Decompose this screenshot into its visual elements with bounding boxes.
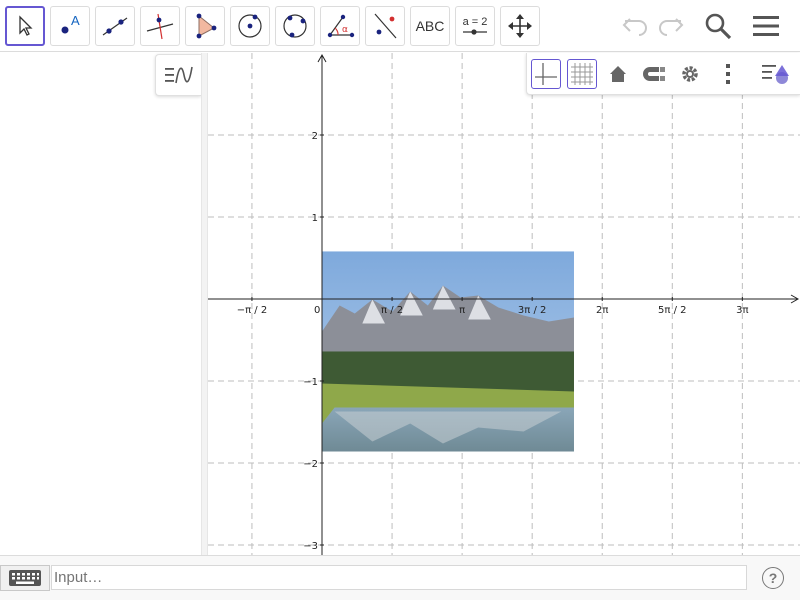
y-tick-label: −2 [303,459,318,470]
undo-button[interactable] [617,8,653,44]
panel-divider[interactable] [201,53,208,555]
x-tick-label: 2π [596,305,608,316]
angle-icon: α [327,14,355,38]
x-tick-label: 0 [314,305,320,316]
grid-toggle-icon [571,63,593,85]
graphics-canvas[interactable]: −π / 2 0 π / 2 π 3π / 2 2π 5π / 2 3π 2 1 −1 −2 −3 [208,53,800,555]
main-menu-button[interactable] [748,8,784,44]
redo-button[interactable] [653,8,689,44]
svg-text:A: A [71,13,80,28]
virtual-keyboard-button[interactable] [0,565,50,591]
slider-tool-label: a = 2 [462,16,488,28]
x-tick-label: 3π [736,305,748,316]
x-tick-label: 3π / 2 [518,305,546,316]
text-tool-button[interactable]: ABC [410,6,450,46]
y-tick-label: −1 [303,377,318,388]
help-icon: ? [768,570,778,586]
algebra-view [0,53,201,555]
point-capturing-button[interactable] [639,59,669,89]
x-tick-label: π [459,305,465,316]
grid-toggle-button[interactable] [567,59,597,89]
search-icon [705,13,732,40]
toolbar: A α ABC a = 2 [0,0,800,52]
x-tick-label: π / 2 [381,305,403,316]
y-tick-label: 2 [312,131,318,142]
y-tick-label: 1 [312,213,318,224]
axes-toggle-button[interactable] [531,59,561,89]
y-tick-label: −3 [303,541,318,552]
graphics-style-bar [526,53,800,95]
x-tick-label: 5π / 2 [658,305,686,316]
menu-icon [753,16,779,36]
slider-tool-button[interactable]: a = 2 [455,6,495,46]
input-help-button[interactable]: ? [762,567,784,589]
undo-icon [622,18,647,36]
magnet-snap-icon [643,67,665,81]
mountain-lake-photo [322,251,574,452]
home-view-button[interactable] [603,59,633,89]
x-tick-label: −π / 2 [237,305,268,316]
settings-gear-icon [682,66,698,82]
svg-text:α: α [342,25,348,35]
search-button[interactable] [700,8,736,44]
input-bar: ? [0,555,800,600]
algebra-sort-button[interactable] [155,54,201,96]
polygon-icon [196,13,217,39]
perpendicular-line-tool-button[interactable] [140,6,180,46]
axes-toggle-icon [535,63,557,85]
reflect-about-line-icon [374,13,397,39]
algebra-sort-icon [164,66,193,84]
circle-center-icon [238,14,262,38]
polygon-tool-button[interactable] [185,6,225,46]
home-icon [610,66,626,82]
angle-tool-button[interactable]: α [320,6,360,46]
text-tool-label: ABC [415,18,445,34]
graphics-settings-button[interactable] [675,59,705,89]
keyboard-icon [9,570,41,586]
move-arrows-icon [508,14,532,38]
move-tool-button[interactable] [5,6,45,46]
style-bar-toggle-icon [762,65,789,84]
algebra-input-field[interactable] [51,565,747,590]
image-layer [322,251,574,452]
graphics-view[interactable]: −π / 2 0 π / 2 π 3π / 2 2π 5π / 2 3π 2 1 −1 −2 −3 [208,53,800,555]
perpendicular-line-icon [146,13,174,40]
more-options-button[interactable] [713,59,743,89]
more-vertical-icon [726,64,730,84]
slider-icon: a = 2 [461,16,489,36]
line-tool-button[interactable] [95,6,135,46]
redo-icon [659,18,684,36]
style-bar-toggle-button[interactable] [759,59,795,89]
move-graphics-view-tool-button[interactable] [500,6,540,46]
arrow-pointer-icon [19,15,33,36]
circle-three-points-icon [283,14,307,38]
reflect-tool-button[interactable] [365,6,405,46]
line-through-points-icon [102,17,128,36]
circle-three-points-tool-button[interactable] [275,6,315,46]
point-icon: A [61,13,80,34]
point-tool-button[interactable]: A [50,6,90,46]
circle-center-tool-button[interactable] [230,6,270,46]
